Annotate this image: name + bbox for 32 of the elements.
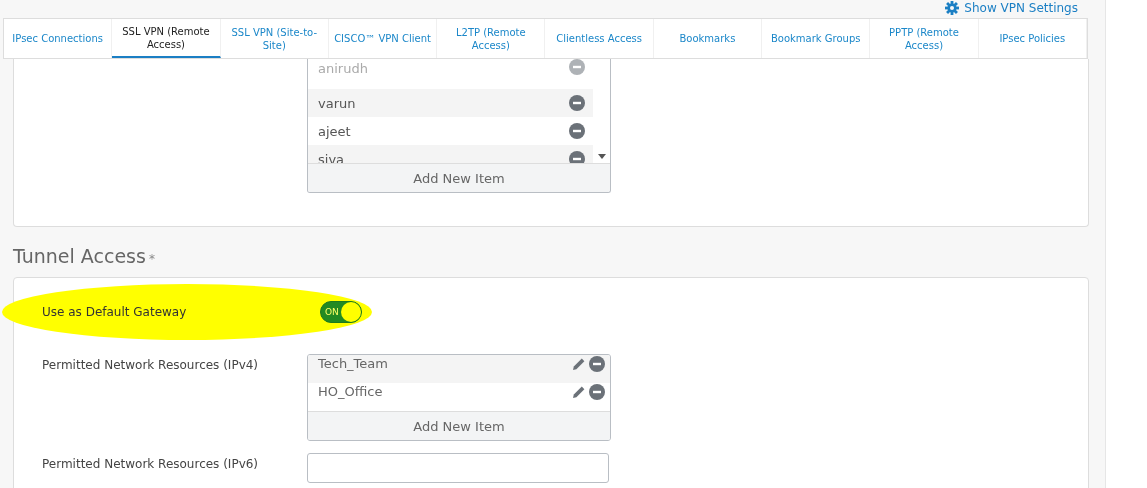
remove-icon[interactable] [569,95,585,111]
edit-icon[interactable] [571,356,587,372]
remove-icon[interactable] [589,356,605,372]
required-mark: * [148,252,155,266]
toggle-switch[interactable]: ON [320,301,362,323]
input-field[interactable] [307,453,609,483]
add-new-item-button[interactable]: Add New Item [308,411,610,440]
list-item-text: anirudh [318,61,368,76]
tab[interactable]: SSL VPN (Site-to-Site) [220,19,329,58]
list-item-text: Tech_Team [318,356,388,371]
list-item-text: siva [318,151,345,163]
section-title: Tunnel Access [13,245,146,267]
show-vpn-settings-link[interactable]: Show VPN Settings [945,1,1078,15]
tab[interactable]: Clientless Access [545,19,654,58]
scroll-down-icon[interactable] [597,154,606,159]
list-item-text: ajeet [318,123,351,139]
list-item-text: varun [318,95,356,111]
tab[interactable]: IPsec Policies [978,19,1087,58]
list-item-text: HO_Office [318,384,383,399]
add-new-item-button[interactable]: Add New Item [308,163,610,192]
remove-icon[interactable] [569,123,585,139]
tab[interactable]: PPTP (Remote Access) [870,19,979,58]
field-label: Permitted Network Resources (IPv4) [42,357,260,374]
tab[interactable]: Bookmark Groups [762,19,871,58]
field-label: Use as Default Gateway [42,305,188,319]
remove-icon[interactable] [589,384,605,400]
tab[interactable]: IPsec Connections [4,19,113,58]
remove-icon[interactable] [569,151,585,163]
tab[interactable]: CISCO™ VPN Client [328,19,438,58]
tab[interactable]: L2TP (Remote Access) [437,19,546,58]
field-label: Permitted Network Resources (IPv6) [42,456,260,473]
tab[interactable]: Bookmarks [653,19,763,58]
